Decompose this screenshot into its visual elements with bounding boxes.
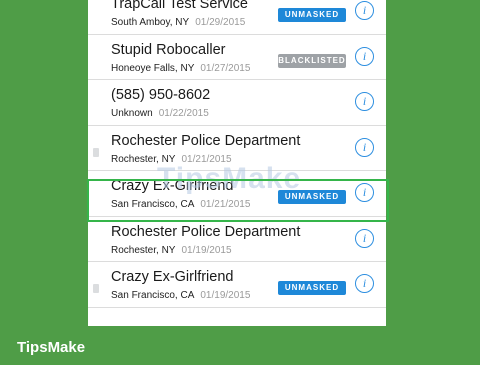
call-row[interactable]: Stupid Robocaller Honeoye Falls, NY 01/27… bbox=[88, 35, 386, 80]
call-date: 01/19/2015 bbox=[181, 244, 232, 256]
call-row[interactable]: TrapCall Test Service South Amboy, NY 01/… bbox=[88, 0, 386, 35]
caller-name: Crazy Ex-Girlfriend bbox=[111, 178, 234, 194]
call-row-highlighted[interactable]: Crazy Ex-Girlfriend San Francisco, CA 01/… bbox=[88, 171, 386, 217]
info-circle-icon[interactable]: i bbox=[355, 1, 374, 20]
info-circle-icon[interactable]: i bbox=[355, 46, 374, 66]
caller-location: South Amboy, NY bbox=[111, 17, 190, 28]
caller-location: Rochester, NY bbox=[111, 244, 176, 256]
unmasked-badge: UNMASKED bbox=[278, 8, 346, 22]
caller-details: San Francisco, CA 01/21/2015 bbox=[111, 199, 250, 210]
call-row[interactable]: Rochester Police Department Rochester, N… bbox=[88, 126, 386, 171]
call-row[interactable]: Crazy Ex-Girlfriend San Francisco, CA 01/… bbox=[88, 262, 386, 308]
call-date: 01/21/2015 bbox=[181, 153, 232, 165]
caller-location: Honeoye Falls, NY bbox=[111, 62, 195, 74]
unmasked-badge: UNMASKED bbox=[278, 281, 346, 295]
info-circle-icon[interactable]: i bbox=[355, 137, 374, 157]
caller-location: Unknown bbox=[111, 108, 153, 119]
caller-name: Rochester Police Department bbox=[111, 132, 301, 149]
brand-logo: TipsMake bbox=[17, 339, 86, 356]
call-date: 01/21/2015 bbox=[200, 199, 251, 210]
call-row[interactable]: Rochester Police Department Rochester, N… bbox=[88, 217, 386, 262]
call-date: 01/27/2015 bbox=[200, 62, 251, 74]
caller-details: Honeoye Falls, NY 01/27/2015 bbox=[111, 63, 250, 74]
call-date: 01/29/2015 bbox=[195, 17, 246, 28]
info-circle-icon[interactable]: i bbox=[355, 274, 374, 293]
caller-location: San Francisco, CA bbox=[111, 290, 195, 301]
caller-name: (585) 950-8602 bbox=[111, 87, 211, 103]
call-log-screen: TrapCall Test Service South Amboy, NY 01/… bbox=[88, 0, 386, 326]
info-circle-icon[interactable]: i bbox=[355, 92, 374, 111]
caller-name: Rochester Police Department bbox=[111, 223, 301, 240]
info-circle-icon[interactable]: i bbox=[355, 228, 374, 248]
unmasked-badge: UNMASKED bbox=[278, 190, 346, 204]
caller-details: San Francisco, CA 01/19/2015 bbox=[111, 290, 250, 301]
phone-handle-icon bbox=[93, 284, 99, 293]
caller-details: South Amboy, NY 01/29/2015 bbox=[111, 17, 245, 28]
blacklisted-badge: BLACKLISTED bbox=[278, 53, 346, 68]
call-date: 01/19/2015 bbox=[200, 290, 251, 301]
caller-details: Rochester, NY 01/21/2015 bbox=[111, 154, 232, 165]
caller-location: Rochester, NY bbox=[111, 153, 176, 165]
caller-name: Crazy Ex-Girlfriend bbox=[111, 269, 234, 285]
call-row[interactable]: (585) 950-8602 Unknown 01/22/2015 i bbox=[88, 80, 386, 126]
caller-details: Unknown 01/22/2015 bbox=[111, 108, 209, 119]
phone-handle-icon bbox=[93, 148, 99, 157]
info-circle-icon[interactable]: i bbox=[355, 183, 374, 202]
call-list: TrapCall Test Service South Amboy, NY 01/… bbox=[88, 0, 386, 308]
caller-name: TrapCall Test Service bbox=[111, 0, 248, 12]
caller-details: Rochester, NY 01/19/2015 bbox=[111, 245, 232, 256]
caller-name: Stupid Robocaller bbox=[111, 41, 226, 58]
call-date: 01/22/2015 bbox=[158, 108, 209, 119]
caller-location: San Francisco, CA bbox=[111, 199, 195, 210]
